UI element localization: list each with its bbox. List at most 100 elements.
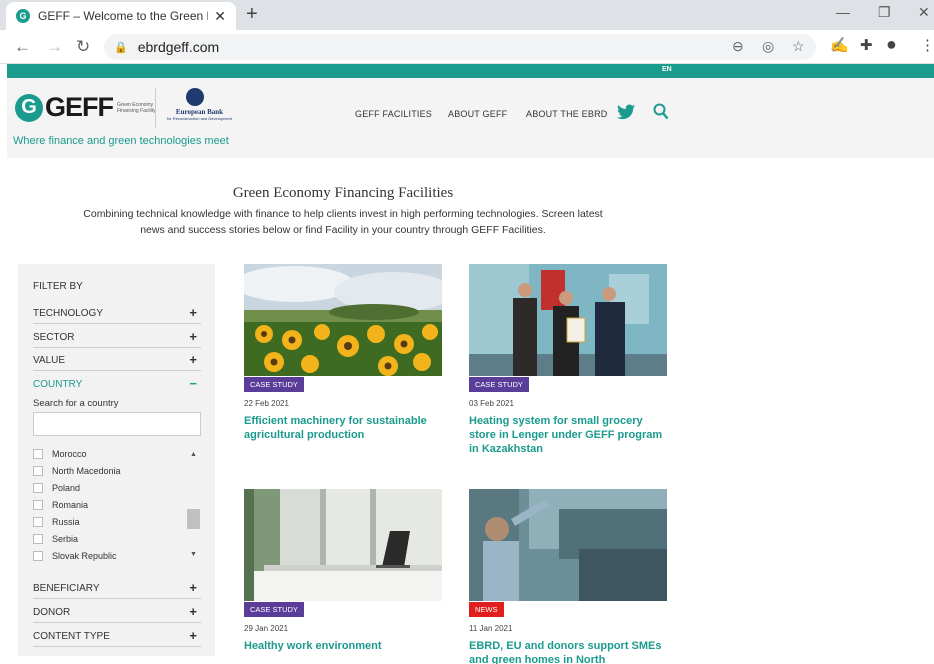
country-label: Russia (52, 517, 80, 527)
browser-tab-bar: G GEFF – Welcome to the Green Ec ✕ + — ❐… (0, 0, 934, 30)
page-title: Green Economy Financing Facilities (232, 185, 454, 201)
zoom-icon[interactable]: ⊖ (732, 38, 744, 55)
nav-geff-facilities[interactable]: GEFF FACILITIES (355, 109, 432, 119)
content-card[interactable]: CASE STUDY 29 Jan 2021 Healthy work envi… (244, 489, 442, 664)
browser-tab[interactable]: G GEFF – Welcome to the Green Ec ✕ (6, 2, 236, 30)
nav-about-ebrd[interactable]: ABOUT THE EBRD (526, 109, 607, 119)
bookmark-star-icon[interactable]: ☆ (792, 38, 805, 55)
checkbox[interactable] (33, 517, 43, 527)
filter-beneficiary[interactable]: BENEFICIARY + (33, 577, 201, 599)
filter-country[interactable]: COUNTRY − (33, 373, 201, 395)
filter-donor[interactable]: DONOR + (33, 601, 201, 623)
expand-icon[interactable]: + (189, 628, 197, 643)
country-list-scrollbar[interactable]: ▲ ▼ (186, 447, 201, 565)
new-tab-icon[interactable]: + (246, 3, 258, 26)
forward-icon[interactable]: → (46, 37, 63, 57)
checkbox[interactable] (33, 534, 43, 544)
tracking-icon[interactable]: ◎ (762, 38, 774, 55)
expand-icon[interactable]: + (189, 580, 197, 595)
country-item[interactable]: Russia (33, 515, 80, 529)
content-card[interactable]: NEWS 11 Jan 2021 EBRD, EU and donors sup… (469, 489, 667, 664)
lock-icon[interactable]: 🔒 (114, 41, 128, 54)
scroll-down-icon[interactable]: ▼ (190, 551, 197, 558)
filter-value[interactable]: VALUE + (33, 349, 201, 371)
close-tab-icon[interactable]: ✕ (214, 8, 226, 25)
twitter-icon[interactable] (617, 104, 635, 125)
award-photo-image[interactable] (469, 264, 667, 376)
card-date: 29 Jan 2021 (244, 624, 289, 633)
filter-sector[interactable]: SECTOR + (33, 326, 201, 348)
country-item[interactable]: Serbia (33, 532, 78, 546)
url-field[interactable]: 🔒 ebrdgeff.com ⊖ ◎ ☆ (104, 34, 816, 60)
expand-icon[interactable]: + (189, 604, 197, 619)
case-study-badge: CASE STUDY (469, 377, 529, 392)
site-top-strip: EN (7, 64, 934, 78)
country-label: Poland (52, 483, 81, 493)
filter-label: VALUE (33, 355, 66, 366)
scroll-up-icon[interactable]: ▲ (190, 451, 197, 458)
back-icon[interactable]: ← (14, 37, 31, 57)
site-tagline: Where finance and green technologies mee… (13, 135, 229, 147)
search-icon[interactable] (653, 103, 669, 121)
card-date: 11 Jan 2021 (469, 624, 513, 633)
content-card[interactable]: CASE STUDY 22 Feb 2021 Efficient machine… (244, 264, 442, 454)
expand-icon[interactable]: + (189, 352, 197, 367)
checkbox[interactable] (33, 483, 43, 493)
reload-icon[interactable]: ↻ (76, 37, 90, 57)
office-desk-image[interactable] (244, 489, 442, 601)
profile-avatar-icon[interactable]: ● (886, 34, 897, 55)
card-title-link[interactable]: Healthy work environment (244, 639, 444, 653)
collapse-icon[interactable]: − (189, 376, 197, 391)
geff-logo-mark-icon: G (15, 93, 43, 122)
checkbox[interactable] (33, 551, 43, 561)
card-title-link[interactable]: Efficient machinery for sustainable agri… (244, 414, 444, 442)
expand-icon[interactable]: + (189, 329, 197, 344)
card-title-link[interactable]: EBRD, EU and donors support SMEs and gre… (469, 639, 669, 664)
country-label: Serbia (52, 534, 79, 544)
country-item[interactable]: Slovak Republic (33, 549, 117, 563)
site-header: G GEFF Green Economy Financing Facility … (7, 78, 934, 158)
country-label: Slovak Republic (52, 551, 117, 561)
filter-content-type[interactable]: CONTENT TYPE + (33, 625, 201, 647)
filter-label: BENEFICIARY (33, 583, 100, 594)
sunflower-field-image[interactable] (244, 264, 442, 376)
country-label: North Macedonia (52, 466, 121, 476)
scrollbar-thumb[interactable] (187, 509, 200, 529)
filter-heading: FILTER BY (33, 281, 83, 292)
ebrd-logo[interactable]: European Bank for Reconstruction and Dev… (155, 88, 235, 128)
country-item[interactable]: Romania (33, 498, 88, 512)
card-title-link[interactable]: Heating system for small grocery store i… (469, 414, 669, 456)
minimize-icon[interactable]: — (836, 4, 850, 20)
checkbox[interactable] (33, 449, 43, 459)
expand-icon[interactable]: + (189, 305, 197, 320)
page-subtitle: Combining technical knowledge with finan… (83, 208, 603, 236)
country-search-input[interactable] (33, 412, 201, 436)
country-item[interactable]: North Macedonia (33, 464, 121, 478)
logo-small-text: Green Economy Financing Facility (117, 101, 156, 114)
filter-panel: FILTER BY TECHNOLOGY + SECTOR + VALUE + … (18, 264, 215, 656)
extensions-puzzle-icon[interactable]: ✚ (860, 36, 873, 54)
ebrd-emblem-icon (186, 88, 204, 106)
ebrd-subtitle: for Reconstruction and Development (167, 116, 232, 121)
worker-machinery-image[interactable] (469, 489, 667, 601)
nav-about-geff[interactable]: ABOUT GEFF (448, 109, 507, 119)
country-item[interactable]: Morocco (33, 447, 87, 461)
checkbox[interactable] (33, 500, 43, 510)
logo-word: GEFF (45, 92, 114, 122)
window-close-icon[interactable]: ✕ (918, 4, 930, 21)
checkbox[interactable] (33, 466, 43, 476)
country-list: Morocco North Macedonia Poland Romania R… (33, 447, 201, 565)
country-label: Morocco (52, 449, 87, 459)
filter-technology[interactable]: TECHNOLOGY + (33, 302, 201, 324)
country-item[interactable]: Poland (33, 481, 80, 495)
case-study-badge: CASE STUDY (244, 602, 304, 617)
address-bar: ← → ↻ 🔒 ebrdgeff.com ⊖ ◎ ☆ (0, 30, 934, 64)
language-switch[interactable]: EN (662, 66, 672, 73)
tab-title: GEFF – Welcome to the Green Ec (38, 9, 209, 23)
restore-icon[interactable]: ❐ (878, 4, 891, 21)
geff-logo[interactable]: G GEFF Green Economy Financing Facility (15, 92, 157, 123)
extension-icon[interactable]: ✍ (830, 36, 849, 54)
ebrd-name: European Bank (175, 108, 224, 116)
content-card[interactable]: CASE STUDY 03 Feb 2021 Heating system fo… (469, 264, 667, 464)
browser-menu-icon[interactable]: ⋮ (920, 36, 934, 54)
